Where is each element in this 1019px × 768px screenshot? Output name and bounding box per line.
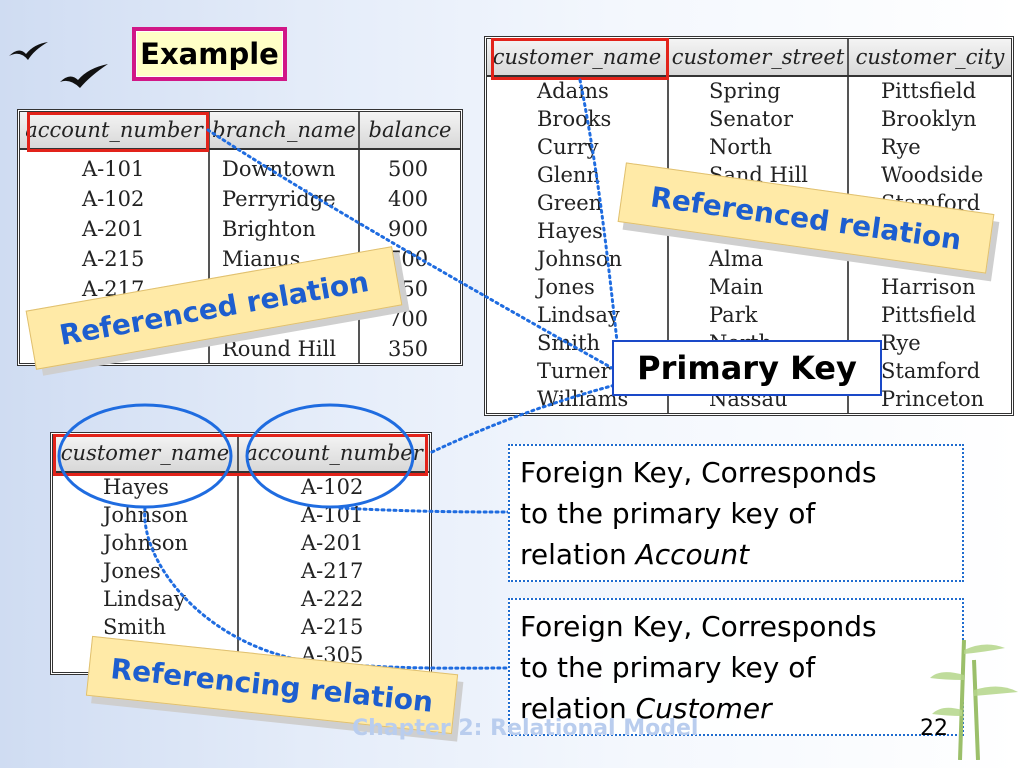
table-cell: Pittsfield xyxy=(881,303,977,327)
table-cell: Round Hill xyxy=(222,337,337,361)
table-cell: A-217 xyxy=(301,559,364,583)
table-cell: A-222 xyxy=(301,587,364,611)
fk-line: relation Account xyxy=(520,534,952,575)
fk-relation-name: Account xyxy=(635,538,750,571)
table-cell: Pittsfield xyxy=(881,79,977,103)
fk-line: Foreign Key, Corresponds xyxy=(520,610,877,643)
table-cell: Perryridge xyxy=(222,187,336,211)
table-cell: Main xyxy=(709,275,764,299)
column-header: balance xyxy=(358,112,460,148)
table-cell: Johnson xyxy=(103,503,189,527)
table-cell: Rye xyxy=(881,331,921,355)
depositor-account-column: A-102 A-101 A-201 A-217 A-222 A-215 A-305 xyxy=(237,473,429,669)
depositor-customer-column: HayesJohnsonJohnsonJonesLindsaySmithTurn… xyxy=(53,473,237,669)
table-cell: Smith xyxy=(103,615,166,639)
fk-line: Foreign Key, Corresponds xyxy=(520,456,877,489)
account-number-highlight xyxy=(27,112,209,152)
table-cell: A-215 xyxy=(82,247,145,271)
table-cell: 700 xyxy=(388,247,429,271)
depositor-header-highlight xyxy=(53,434,428,476)
table-cell: A-102 xyxy=(301,475,364,499)
table-cell: 900 xyxy=(388,217,429,241)
table-cell: Senator xyxy=(709,107,793,131)
table-cell: Johnson xyxy=(537,247,623,271)
table-cell: Stamford xyxy=(881,359,981,383)
table-cell: Jones xyxy=(103,559,161,583)
table-cell: Woodside xyxy=(881,163,984,187)
fk-prefix: relation xyxy=(520,538,636,571)
slide-footer: Chapter 2: Relational Model xyxy=(352,716,699,741)
customer-name-highlight xyxy=(491,38,669,80)
table-cell: Hayes xyxy=(103,475,169,499)
table-cell: 500 xyxy=(388,157,429,181)
table-cell: Brighton xyxy=(222,217,316,241)
table-cell: Curry xyxy=(537,135,599,159)
column-header: customer_street xyxy=(667,39,847,75)
table-cell: A-201 xyxy=(82,217,145,241)
table-cell: Princeton xyxy=(881,387,985,411)
table-cell: Adams xyxy=(537,79,609,103)
column-header: branch_name xyxy=(208,112,358,148)
column-header: customer_city xyxy=(847,39,1011,75)
fk-line: to the primary key of xyxy=(520,497,816,530)
table-cell: Lindsay xyxy=(537,303,620,327)
example-badge: Example xyxy=(132,27,287,81)
foreign-key-account-box: Foreign Key, Corresponds to the primary … xyxy=(508,444,964,582)
table-cell: A-102 xyxy=(82,187,145,211)
primary-key-text: Primary Key xyxy=(637,349,857,387)
table-cell: Harrison xyxy=(881,275,976,299)
table-cell: 700 xyxy=(388,307,429,331)
table-cell: 350 xyxy=(388,337,429,361)
bamboo-icon xyxy=(930,639,1018,760)
table-cell: Downtown xyxy=(222,157,336,181)
table-cell: 400 xyxy=(388,187,429,211)
table-cell: Johnson xyxy=(103,531,189,555)
table-cell: Brooks xyxy=(537,107,612,131)
table-cell: Lindsay xyxy=(103,587,186,611)
table-cell: Jones xyxy=(537,275,595,299)
example-label: Example xyxy=(136,31,283,77)
table-cell: Brooklyn xyxy=(881,107,977,131)
table-cell: Rye xyxy=(881,135,921,159)
table-cell: A-201 xyxy=(301,531,364,555)
fk-line: to the primary key of xyxy=(520,651,816,684)
table-cell: A-215 xyxy=(301,615,364,639)
table-cell: A-101 xyxy=(301,503,364,527)
table-cell: Park xyxy=(709,303,758,327)
table-cell: Spring xyxy=(709,79,781,103)
table-cell: A-101 xyxy=(82,157,145,181)
primary-key-label: Primary Key xyxy=(612,340,882,396)
bird-icon xyxy=(9,42,108,88)
table-cell: North xyxy=(709,135,773,159)
